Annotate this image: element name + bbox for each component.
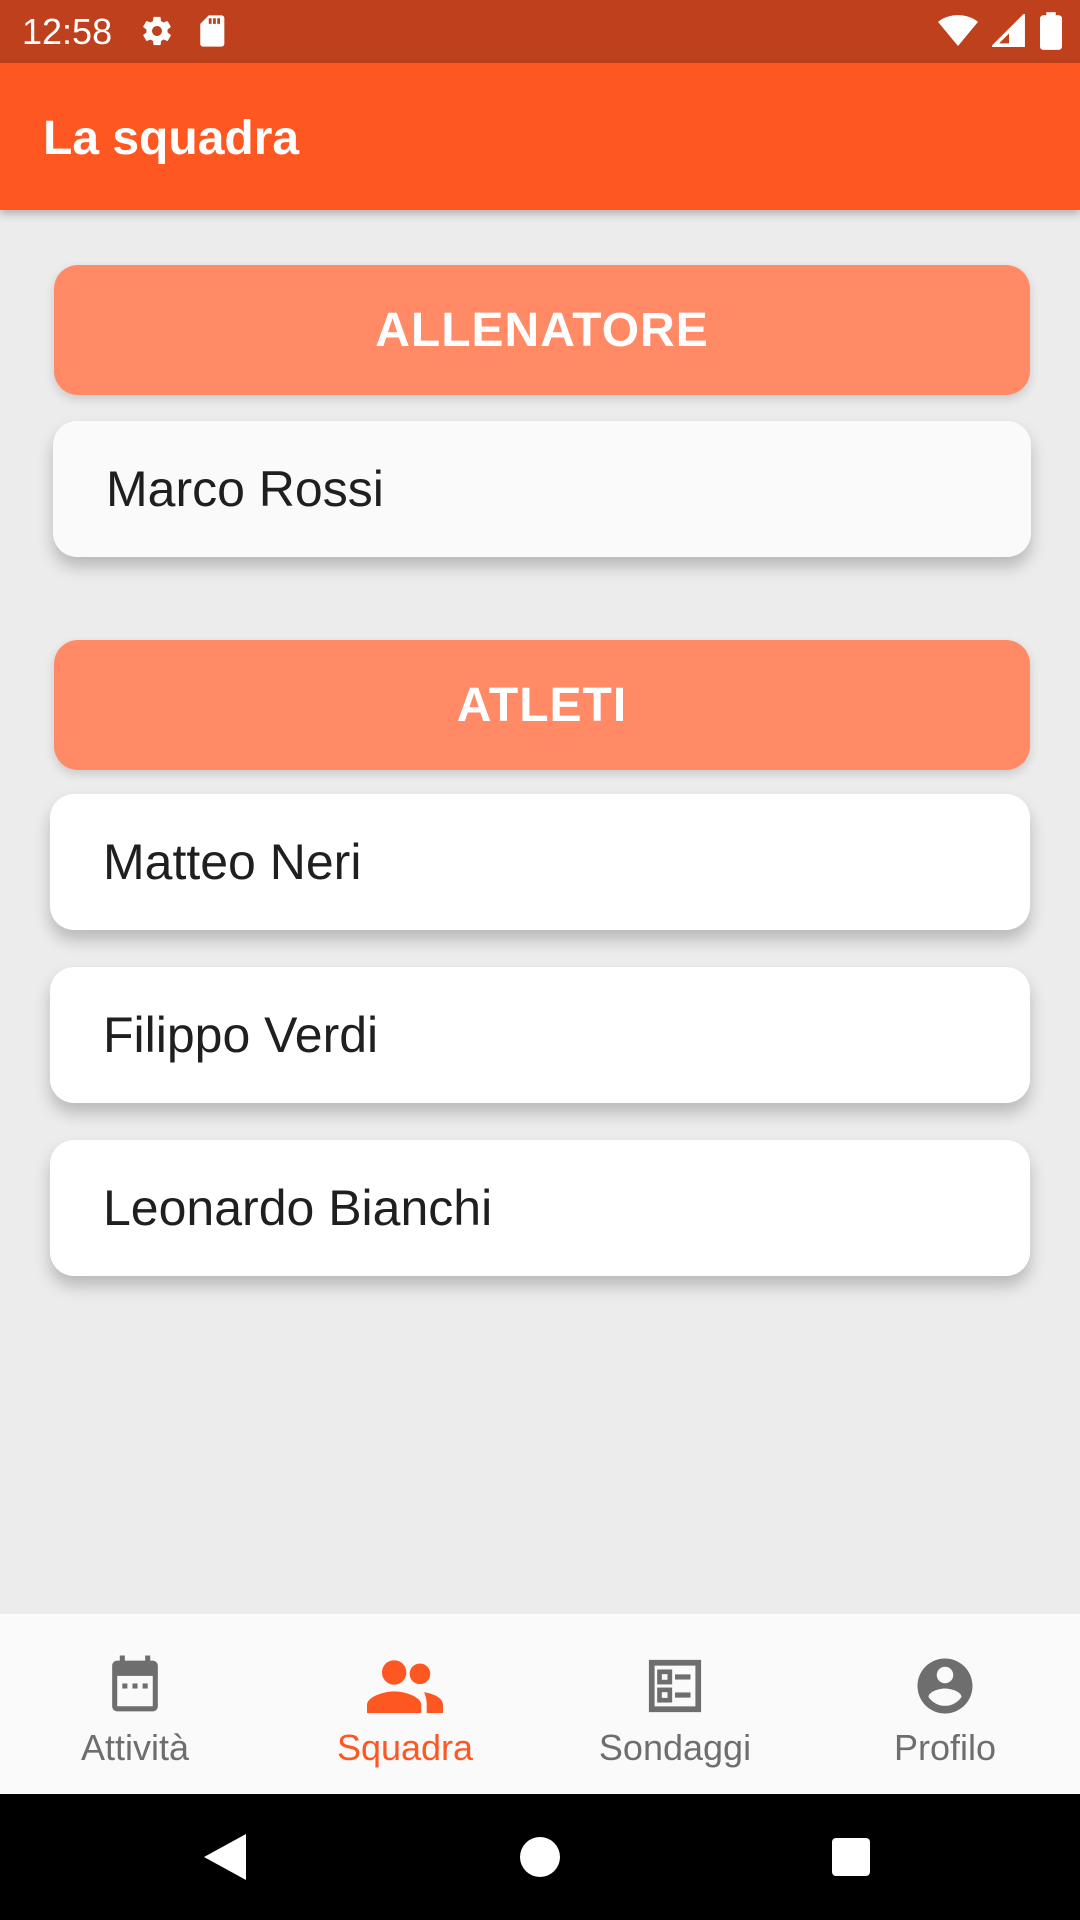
nav-item-label: Sondaggi — [598, 1727, 752, 1768]
section-header-coach: ALLENATORE — [54, 265, 1030, 395]
section-header-label: ATLETI — [456, 678, 628, 732]
bottom-navigation: Attività Squadra Sondaggi Profilo — [0, 1614, 1080, 1794]
page-title: La squadra — [43, 112, 300, 165]
member-name: Filippo Verdi — [103, 1007, 379, 1063]
battery-icon — [1040, 12, 1062, 55]
wifi-icon — [938, 14, 978, 53]
home-icon[interactable] — [520, 1834, 560, 1885]
nav-item-label: Squadra — [336, 1727, 474, 1768]
signal-icon — [990, 12, 1026, 53]
calendar-icon — [104, 1650, 166, 1722]
section-header-athletes: ATLETI — [54, 640, 1030, 770]
group-icon — [367, 1650, 443, 1722]
member-name: Matteo Neri — [103, 834, 362, 890]
section-header-label: ALLENATORE — [375, 303, 709, 357]
member-card-athlete[interactable]: Matteo Neri — [50, 794, 1030, 930]
recents-icon[interactable] — [832, 1838, 870, 1881]
member-card-athlete[interactable]: Leonardo Bianchi — [50, 1140, 1030, 1276]
status-right-icons — [938, 12, 1062, 55]
nav-item-sondaggi[interactable]: Sondaggi — [540, 1614, 810, 1794]
app-bar: La squadra — [0, 63, 1080, 210]
nav-item-label: Profilo — [893, 1727, 997, 1768]
sd-card-icon — [198, 14, 228, 53]
nav-item-attivita[interactable]: Attività — [0, 1614, 270, 1794]
member-name: Leonardo Bianchi — [103, 1180, 493, 1236]
nav-item-profilo[interactable]: Profilo — [810, 1614, 1080, 1794]
status-time: 12:58 — [22, 11, 113, 52]
status-bar: 12:58 — [0, 0, 1080, 63]
poll-icon — [644, 1650, 706, 1722]
member-card-athlete[interactable]: Filippo Verdi — [50, 967, 1030, 1103]
system-navigation-bar — [0, 1794, 1080, 1920]
status-left-icons — [140, 14, 228, 53]
member-card-coach[interactable]: Marco Rossi — [53, 421, 1031, 557]
settings-icon — [140, 14, 174, 53]
back-icon[interactable] — [204, 1834, 246, 1885]
nav-item-label: Attività — [80, 1727, 190, 1768]
nav-item-squadra[interactable]: Squadra — [270, 1614, 540, 1794]
member-name: Marco Rossi — [106, 461, 384, 517]
account-icon — [912, 1650, 978, 1722]
